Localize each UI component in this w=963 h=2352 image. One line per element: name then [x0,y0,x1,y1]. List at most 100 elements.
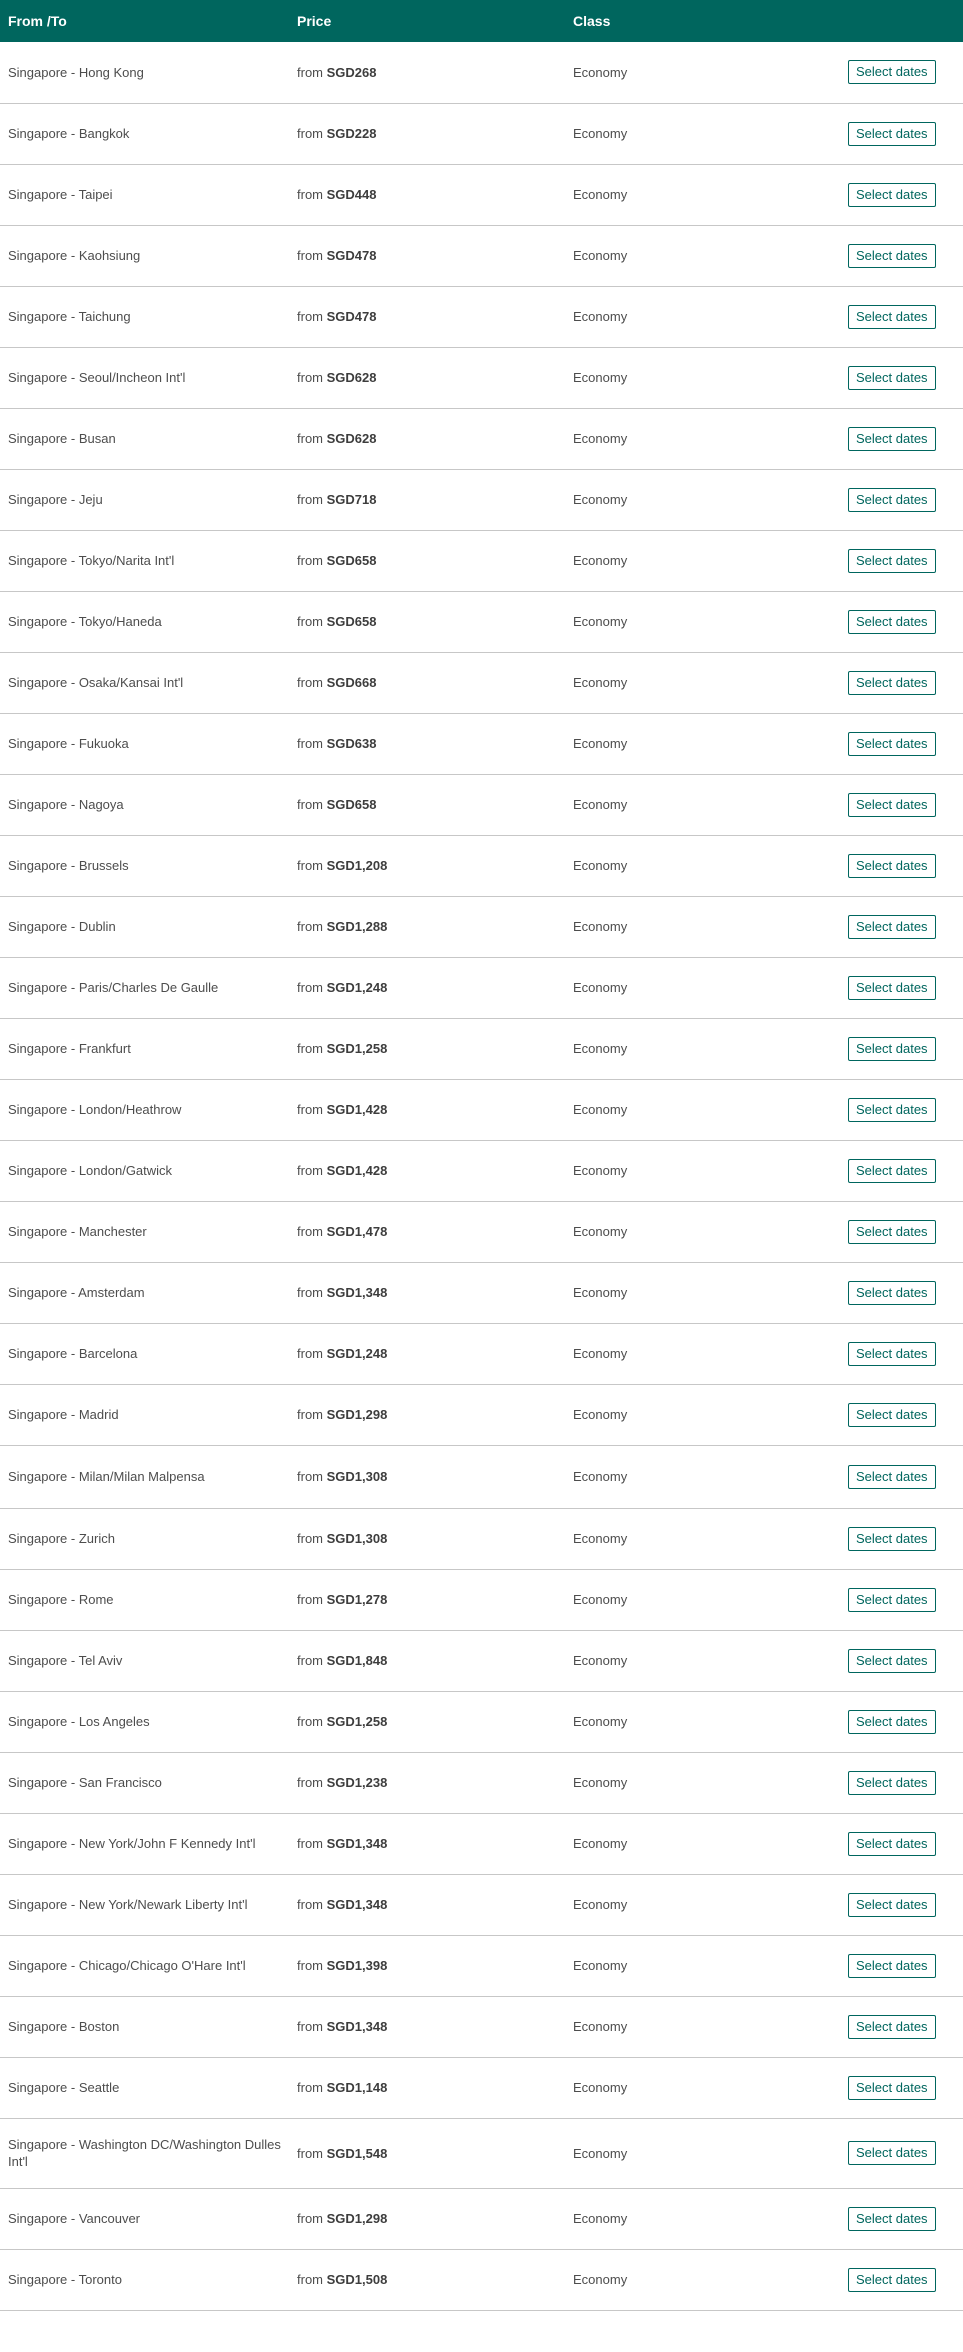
price-prefix: from [297,2272,323,2287]
route-cell: Singapore - Bangkok [0,103,289,165]
route-label: Singapore - London/Heathrow [8,1102,182,1117]
price-amount: SGD1,478 [326,1224,388,1239]
price-amount: SGD658 [326,553,377,568]
table-row: Singapore - New York/Newark Liberty Int'… [0,1874,963,1936]
table-row: Singapore - New York/John F Kennedy Int'… [0,1813,963,1875]
route-cell: Singapore - Jeju [0,469,289,531]
cabin-class-label: Economy [573,858,628,873]
select-dates-button[interactable]: Select dates [848,60,936,85]
action-cell: Select dates [840,896,963,958]
route-label: Singapore - Rome [8,1592,114,1607]
select-dates-button[interactable]: Select dates [848,121,936,146]
class-cell: Economy [565,1996,840,2058]
select-dates-button[interactable]: Select dates [848,1770,936,1795]
select-dates-button[interactable]: Select dates [848,1097,936,1122]
route-cell: Singapore - Seoul/Incheon Int'l [0,347,289,409]
price-amount: SGD1,308 [326,1531,388,1546]
price-column-header: Price [297,13,332,29]
price-prefix: from [297,1836,323,1851]
action-cell: Select dates [840,2249,963,2311]
select-dates-button[interactable]: Select dates [848,1219,936,1244]
cabin-class-label: Economy [573,614,628,629]
select-dates-button[interactable]: Select dates [848,1158,936,1183]
price-cell: from SGD1,548 [289,2118,565,2189]
cabin-class-label: Economy [573,2272,628,2287]
route-label: Singapore - Paris/Charles De Gaulle [8,980,219,995]
price-prefix: from [297,736,323,751]
route-cell: Singapore - Rome [0,1569,289,1631]
select-dates-button[interactable]: Select dates [848,243,936,268]
route-label: Singapore - Tokyo/Narita Int'l [8,553,175,568]
price-cell: from SGD448 [289,164,565,226]
select-dates-button[interactable]: Select dates [848,1892,936,1917]
price-prefix: from [297,1224,323,1239]
select-dates-button[interactable]: Select dates [848,2141,936,2165]
select-dates-button[interactable]: Select dates [848,2267,936,2292]
class-cell: Economy [565,1752,840,1814]
select-dates-button[interactable]: Select dates [848,2014,936,2039]
select-dates-button[interactable]: Select dates [848,975,936,1000]
route-label: Singapore - Tel Aviv [8,1653,123,1668]
price-prefix: from [297,1897,323,1912]
price-cell: from SGD1,478 [289,1201,565,1263]
cabin-class-label: Economy [573,2145,628,2161]
select-dates-button[interactable]: Select dates [848,1831,936,1856]
select-dates-button[interactable]: Select dates [848,914,936,939]
select-dates-button[interactable]: Select dates [848,670,936,695]
select-dates-button[interactable]: Select dates [848,792,936,817]
select-dates-button[interactable]: Select dates [848,731,936,756]
price-cell: from SGD718 [289,469,565,531]
select-dates-button[interactable]: Select dates [848,1587,936,1612]
price-prefix: from [297,2145,323,2161]
cabin-class-label: Economy [573,431,628,446]
route-label: Singapore - Fukuoka [8,736,129,751]
price-amount: SGD1,258 [326,1041,388,1056]
cabin-class-label: Economy [573,187,628,202]
price-cell: from SGD1,298 [289,1384,565,1446]
cabin-class-label: Economy [573,736,628,751]
class-cell: Economy [565,1691,840,1753]
price-amount: SGD1,548 [326,2145,388,2161]
price-prefix: from [297,1469,323,1484]
select-dates-button[interactable]: Select dates [848,548,936,573]
select-dates-button[interactable]: Select dates [848,1036,936,1061]
select-dates-button[interactable]: Select dates [848,487,936,512]
route-cell: Singapore - Vancouver [0,2188,289,2250]
select-dates-button[interactable]: Select dates [848,1341,936,1366]
select-dates-button[interactable]: Select dates [848,182,936,207]
action-cell: Select dates [840,957,963,1019]
select-dates-button[interactable]: Select dates [848,1709,936,1734]
action-cell: Select dates [840,591,963,653]
price-prefix: from [297,2080,323,2095]
action-cell: Select dates [840,347,963,409]
route-cell: Singapore - Barcelona [0,1323,289,1385]
select-dates-button[interactable]: Select dates [848,365,936,390]
route-cell: Singapore - Chicago/Chicago O'Hare Int'l [0,1935,289,1997]
price-cell: from SGD1,258 [289,1018,565,1080]
route-cell: Singapore - Tokyo/Narita Int'l [0,530,289,592]
select-dates-button[interactable]: Select dates [848,1648,936,1673]
select-dates-button[interactable]: Select dates [848,609,936,634]
price-cell: from SGD1,288 [289,896,565,958]
select-dates-button[interactable]: Select dates [848,1280,936,1305]
select-dates-button[interactable]: Select dates [848,1953,936,1978]
table-body: Singapore - Hong Kong from SGD268 Econom… [0,42,963,2311]
cabin-class-label: Economy [573,553,628,568]
price-cell: from SGD1,308 [289,1508,565,1570]
class-cell: Economy [565,286,840,348]
select-dates-button[interactable]: Select dates [848,304,936,329]
route-label: Singapore - New York/John F Kennedy Int'… [8,1836,256,1851]
table-row: Singapore - Seoul/Incheon Int'l from SGD… [0,347,963,409]
route-cell: Singapore - Kaohsiung [0,225,289,287]
select-dates-button[interactable]: Select dates [848,1464,936,1489]
price-amount: SGD1,848 [326,1653,388,1668]
select-dates-button[interactable]: Select dates [848,426,936,451]
price-amount: SGD478 [326,309,377,324]
price-prefix: from [297,614,323,629]
select-dates-button[interactable]: Select dates [848,1402,936,1427]
select-dates-button[interactable]: Select dates [848,853,936,878]
select-dates-button[interactable]: Select dates [848,2206,936,2231]
route-label: Singapore - Bangkok [8,126,130,141]
select-dates-button[interactable]: Select dates [848,2075,936,2100]
select-dates-button[interactable]: Select dates [848,1526,936,1551]
